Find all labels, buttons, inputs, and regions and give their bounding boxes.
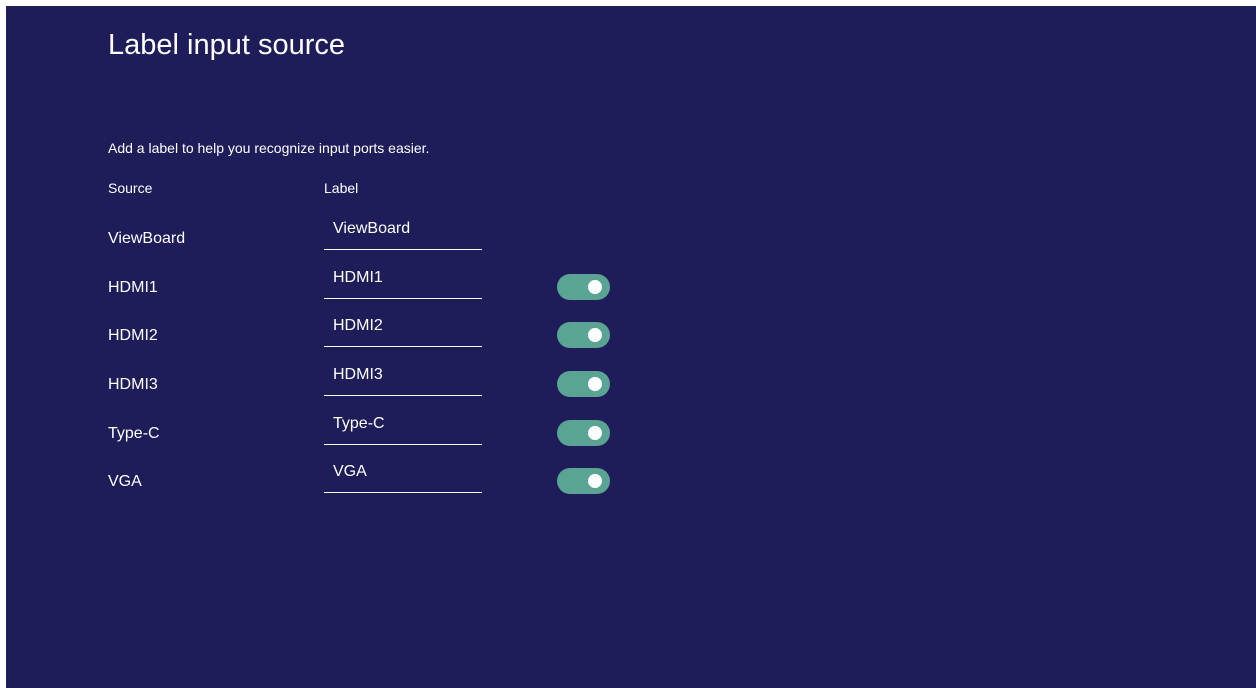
toggle-knob [588, 426, 602, 440]
source-row-viewboard: ViewBoard [6, 213, 1256, 261]
source-name: HDMI2 [108, 327, 158, 344]
label-field-hdmi3[interactable] [324, 359, 482, 396]
source-name: HDMI3 [108, 376, 158, 393]
source-name: Type-C [108, 425, 160, 442]
label-input[interactable] [324, 310, 482, 342]
source-name: HDMI1 [108, 279, 158, 296]
toggle-knob [588, 377, 602, 391]
source-column-header: Source [108, 180, 153, 196]
settings-screen: Label input source Add a label to help y… [6, 6, 1256, 688]
label-column-header: Label [324, 180, 359, 196]
source-row-vga: VGA [6, 456, 1256, 504]
page-description: Add a label to help you recognize input … [108, 140, 430, 156]
toggle-knob [588, 474, 602, 488]
label-field-viewboard[interactable] [324, 213, 482, 250]
toggle-hdmi3[interactable] [557, 371, 610, 397]
source-row-type-c: Type-C [6, 408, 1256, 456]
toggle-type-c[interactable] [557, 420, 610, 446]
source-row-hdmi2: HDMI2 [6, 310, 1256, 358]
source-name: ViewBoard [108, 230, 186, 247]
label-input[interactable] [324, 262, 482, 294]
toggle-knob [588, 328, 602, 342]
source-row-hdmi1: HDMI1 [6, 262, 1256, 310]
label-field-type-c[interactable] [324, 408, 482, 445]
source-row-hdmi3: HDMI3 [6, 359, 1256, 407]
toggle-hdmi2[interactable] [557, 322, 610, 348]
source-name: VGA [108, 473, 142, 490]
label-input[interactable] [324, 213, 482, 245]
label-field-hdmi2[interactable] [324, 310, 482, 347]
toggle-knob [588, 280, 602, 294]
toggle-hdmi1[interactable] [557, 274, 610, 300]
page-title: Label input source [108, 29, 345, 61]
label-field-hdmi1[interactable] [324, 262, 482, 299]
label-field-vga[interactable] [324, 456, 482, 493]
label-input[interactable] [324, 456, 482, 488]
label-input[interactable] [324, 408, 482, 440]
label-input[interactable] [324, 359, 482, 391]
toggle-vga[interactable] [557, 468, 610, 494]
